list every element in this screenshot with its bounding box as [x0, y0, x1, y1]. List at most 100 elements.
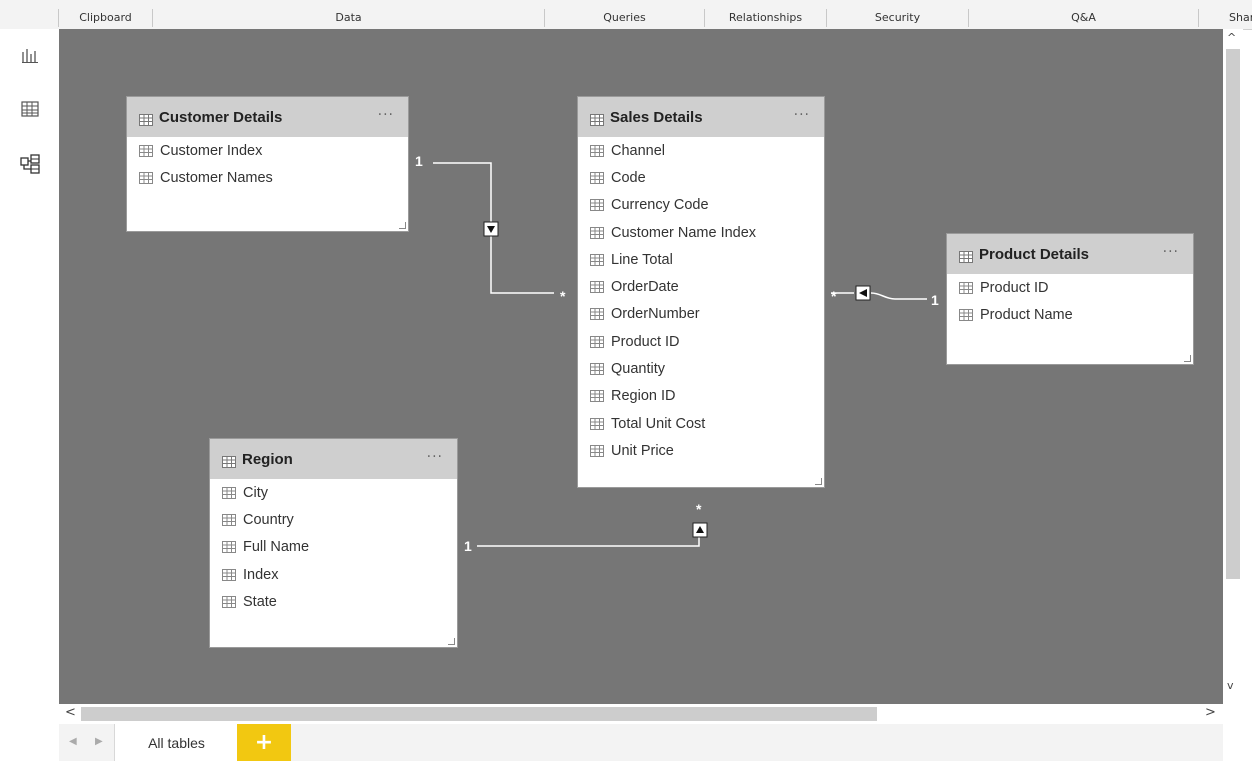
table-card-sales-details[interactable]: Sales Details ··· Channel Code Currency Co… — [577, 96, 825, 488]
column-icon — [959, 308, 973, 321]
field-item[interactable]: Customer Names — [127, 164, 408, 191]
column-icon — [222, 513, 236, 526]
more-options-icon[interactable]: ··· — [794, 107, 810, 123]
data-view-icon[interactable] — [16, 95, 44, 123]
field-item[interactable]: Quantity — [578, 355, 824, 382]
field-item[interactable]: Customer Index — [127, 137, 408, 164]
ribbon-group-data[interactable]: Data — [152, 9, 544, 27]
field-item[interactable]: Line Total — [578, 246, 824, 273]
field-name: Region ID — [611, 388, 676, 405]
more-options-icon[interactable]: ··· — [378, 107, 394, 123]
field-item[interactable]: Customer Name Index — [578, 219, 824, 246]
field-name: Full Name — [243, 539, 310, 556]
add-layout-button[interactable]: + — [237, 724, 291, 761]
field-item[interactable]: Country — [210, 506, 457, 533]
scroll-left-icon[interactable]: < — [65, 705, 76, 720]
tab-next-icon[interactable]: ▶ — [95, 736, 103, 747]
table-card-header[interactable]: Customer Details ··· — [127, 97, 408, 137]
column-icon — [590, 308, 604, 321]
tab-all-tables[interactable]: All tables — [114, 724, 239, 761]
column-icon — [590, 199, 604, 212]
column-icon — [590, 171, 604, 184]
field-item[interactable]: Product ID — [947, 274, 1193, 301]
field-name: Customer Index — [160, 142, 263, 159]
field-item[interactable]: Full Name — [210, 534, 457, 561]
resize-handle[interactable] — [448, 638, 455, 645]
column-icon — [222, 486, 236, 499]
field-item[interactable]: Currency Code — [578, 192, 824, 219]
more-options-icon[interactable]: ··· — [1163, 244, 1179, 260]
resize-handle[interactable] — [399, 222, 406, 229]
cardinality-one-product: 1 — [931, 292, 939, 308]
more-options-icon[interactable]: ··· — [427, 449, 443, 465]
column-icon — [222, 595, 236, 608]
resize-handle[interactable] — [1184, 355, 1191, 362]
column-icon — [590, 281, 604, 294]
field-name: State — [243, 593, 277, 610]
column-icon — [590, 226, 604, 239]
field-item[interactable]: Product ID — [578, 328, 824, 355]
cardinality-many-customer: * — [560, 288, 566, 304]
field-item[interactable]: Index — [210, 561, 457, 588]
field-name: Index — [243, 566, 279, 583]
field-item[interactable]: State — [210, 588, 457, 615]
horizontal-scroll-thumb[interactable] — [81, 707, 877, 721]
model-view-icon[interactable] — [16, 150, 44, 178]
table-title: Sales Details — [610, 108, 703, 126]
field-item[interactable]: Channel — [578, 137, 824, 164]
table-title: Region — [242, 450, 293, 468]
field-item[interactable]: Total Unit Cost — [578, 410, 824, 437]
ribbon-group-share[interactable]: Share — [1198, 9, 1252, 27]
field-item[interactable]: City — [210, 479, 457, 506]
field-item[interactable]: Unit Price — [578, 437, 824, 464]
column-icon — [590, 253, 604, 266]
model-canvas[interactable]: 1 * * 1 * 1 Customer Details ··· Custome… — [59, 29, 1223, 704]
field-name: Quantity — [611, 361, 665, 378]
scroll-up-icon[interactable]: ^ — [1227, 31, 1236, 44]
column-icon — [590, 444, 604, 457]
table-card-header[interactable]: Sales Details ··· — [578, 97, 824, 137]
resize-handle[interactable] — [815, 478, 822, 485]
field-item[interactable]: Code — [578, 164, 824, 191]
horizontal-scrollbar[interactable]: < > — [59, 704, 1223, 724]
ribbon-group-relationships[interactable]: Relationships — [704, 9, 826, 27]
table-card-header[interactable]: Region ··· — [210, 439, 457, 479]
field-item[interactable]: Product Name — [947, 301, 1193, 328]
table-icon — [222, 453, 236, 468]
column-icon — [590, 390, 604, 403]
field-name: Channel — [611, 142, 666, 159]
scroll-right-icon[interactable]: > — [1205, 705, 1216, 720]
field-name: Code — [611, 169, 646, 186]
ribbon-group-qa[interactable]: Q&A — [968, 9, 1198, 27]
field-name: Unit Price — [611, 442, 674, 459]
ribbon-group-clipboard[interactable]: Clipboard — [58, 9, 152, 27]
vertical-scrollbar[interactable]: ^ v — [1223, 29, 1243, 704]
column-icon — [222, 568, 236, 581]
table-icon — [959, 248, 973, 263]
layout-tab-bar: ◀ ▶ All tables + — [59, 724, 1223, 761]
field-item[interactable]: OrderDate — [578, 273, 824, 300]
column-icon — [222, 541, 236, 554]
cardinality-many-product: * — [831, 288, 837, 304]
field-name: Country — [243, 511, 294, 528]
table-icon — [590, 111, 604, 126]
scroll-down-icon[interactable]: v — [1227, 679, 1234, 692]
column-icon — [139, 144, 153, 157]
report-view-icon[interactable] — [16, 41, 44, 69]
field-name: Customer Name Index — [611, 224, 757, 241]
ribbon-group-queries[interactable]: Queries — [544, 9, 704, 27]
table-card-region[interactable]: Region ··· City Country Full Name Index Stat… — [209, 438, 458, 648]
field-item[interactable]: OrderNumber — [578, 301, 824, 328]
table-card-product-details[interactable]: Product Details ··· Product ID Product N… — [946, 233, 1194, 365]
tab-prev-icon[interactable]: ◀ — [69, 736, 77, 747]
table-card-header[interactable]: Product Details ··· — [947, 234, 1193, 274]
table-icon — [139, 111, 153, 126]
ribbon-group-security[interactable]: Security — [826, 9, 968, 27]
field-name: City — [243, 484, 268, 501]
vertical-scroll-thumb[interactable] — [1226, 49, 1240, 579]
column-icon — [590, 335, 604, 348]
column-icon — [590, 144, 604, 157]
table-card-customer-details[interactable]: Customer Details ··· Customer Index Cust… — [126, 96, 409, 232]
field-item[interactable]: Region ID — [578, 383, 824, 410]
view-rail — [0, 29, 59, 761]
